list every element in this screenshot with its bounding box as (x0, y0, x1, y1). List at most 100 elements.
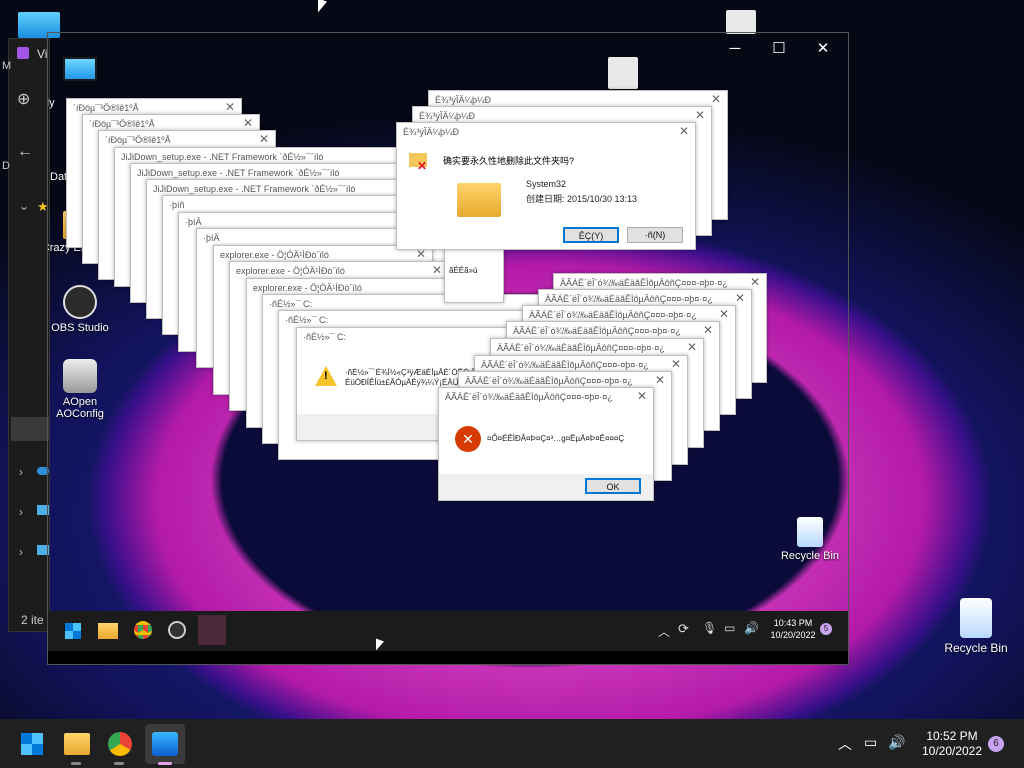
notification-badge[interactable]: 6 (988, 736, 1004, 752)
close-icon[interactable]: ✕ (703, 323, 713, 337)
start-icon[interactable] (64, 622, 82, 640)
vm-app-icon[interactable] (152, 732, 178, 756)
error-dialog: ÄÃÁË´ëÎ´ó¾‰äÉäãÊÌõµÄôñÇ¤¤¤-¤þ¤·¤¿ ✕ ✕ ¤Ô¤… (438, 387, 654, 501)
vm-recycle-label: Recycle Bin (780, 550, 840, 562)
vm-title-bar: ─ ☐ ✕ (48, 33, 848, 65)
recycle-bin-icon (960, 598, 992, 638)
close-icon[interactable]: ✕ (735, 291, 745, 305)
dialog-title: ÄÃÁË´ëÎ´ó¾‰äÉäãÊÌõµÄôñÇ¤¤¤-¤þ¤·¤¿ ✕ (445, 389, 647, 403)
network-icon[interactable]: ▭ (864, 734, 877, 751)
volume-icon[interactable]: 🔊 (888, 734, 905, 751)
delete-x-icon: ✕ (417, 159, 428, 173)
vm-bottom-strip (48, 651, 848, 664)
close-icon[interactable]: ✕ (810, 39, 836, 59)
app-taskbar-icon[interactable] (198, 615, 226, 645)
close-icon[interactable]: ✕ (637, 389, 647, 403)
partial-text: ãÉÉã»ú (449, 266, 478, 275)
selected-row[interactable] (11, 417, 49, 441)
active-indicator (114, 762, 124, 765)
ok-button[interactable]: OK (585, 478, 641, 494)
vm-icon-my-computer[interactable]: My (48, 57, 120, 109)
side-letter: M (2, 60, 12, 72)
folder-date: 创建日期: 2015/10/30 13:13 (526, 194, 638, 204)
close-icon[interactable]: ✕ (750, 275, 760, 289)
no-button[interactable]: ·ñ(N) (627, 227, 683, 243)
chrome-icon[interactable] (108, 732, 132, 756)
recycle-bin[interactable]: Recycle Bin (934, 598, 1018, 655)
back-arrow-icon[interactable]: ← (17, 143, 33, 161)
mouse-cursor-icon (376, 638, 384, 654)
monitor-icon (63, 57, 97, 81)
close-icon[interactable]: ✕ (687, 340, 697, 354)
delete-question: 确实要永久性地删除此文件夹吗? (443, 156, 575, 166)
vm-clock[interactable]: 10:43 PM 10/20/2022 (763, 617, 823, 641)
window-title-fragment: Vi (37, 47, 48, 61)
vm-icon-label: My (48, 97, 55, 109)
chevron-down-icon[interactable]: ⌄ (19, 199, 29, 213)
date: 10/20/2022 (921, 744, 983, 758)
chevron-up-icon[interactable]: ︿ (838, 734, 852, 754)
close-icon[interactable]: ✕ (719, 307, 729, 321)
clock[interactable]: 10:52 PM 10/20/2022 (912, 729, 992, 759)
close-icon[interactable]: ✕ (679, 124, 689, 138)
chevron-right-icon[interactable]: › (19, 465, 23, 479)
close-icon[interactable]: ✕ (695, 108, 705, 122)
chevron-up-icon[interactable]: ︿ (658, 623, 670, 640)
network-icon[interactable]: ▭ (724, 621, 735, 635)
close-icon[interactable]: ✕ (711, 92, 721, 106)
error-message: ¤Ô¤ÉÊÌÐÂ¤Þ¤Ç¤³…g¤ËµÄ¤Þ¤Ê¤¤¤Ç (487, 434, 625, 443)
vm-notification-badge[interactable]: 5 (820, 623, 832, 635)
close-icon[interactable]: ✕ (432, 263, 442, 277)
close-icon[interactable]: ✕ (243, 116, 253, 130)
minimize-icon[interactable]: ─ (722, 39, 748, 59)
vm-icon-label: OBS Studio (51, 322, 109, 334)
taskbar: ︿ ▭ 🔊 10:52 PM 10/20/2022 6 (0, 719, 1024, 768)
warning-exclaim: ! (324, 370, 328, 382)
side-letter: D (2, 160, 10, 172)
aopen-icon (63, 359, 97, 393)
active-indicator (158, 762, 172, 765)
time: 10:52 PM (926, 729, 978, 743)
active-indicator (71, 762, 81, 765)
error-icon: ✕ (455, 426, 481, 452)
maximize-icon[interactable]: ☐ (766, 39, 792, 59)
close-icon[interactable]: ✕ (671, 357, 681, 371)
desktop-file-icon-top[interactable] (726, 10, 756, 34)
sync-icon[interactable]: ⟳ (678, 621, 689, 637)
vm-icon-label: AOpen AOConfig (56, 396, 104, 420)
vm-settings-file-icon[interactable] (608, 57, 638, 89)
yes-button[interactable]: ÊÇ(Y) (563, 227, 619, 243)
vm-time: 10:43 PM (773, 618, 813, 628)
volume-icon[interactable]: 🔊 (744, 621, 759, 635)
vm-taskbar: ︿ ⟳ 🎙 ▭ 🔊 10:43 PM 10/20/2022 5 (48, 611, 848, 651)
vm-recycle-bin[interactable]: Recycle Bin (770, 517, 848, 562)
start-icon[interactable] (20, 732, 44, 756)
partial-dialog: ãÉÉã»ú (444, 243, 504, 303)
new-plus-icon[interactable]: ⊕ (17, 89, 30, 109)
obs-taskbar-icon[interactable] (168, 621, 186, 639)
dialog-title: É¾³ýÎÄ¼þ¼Ð ✕ (403, 124, 689, 138)
chevron-right-icon[interactable]: › (19, 505, 23, 519)
obs-icon (63, 285, 97, 319)
microphone-icon[interactable]: 🎙 (702, 621, 717, 635)
vm-icon-label: Dat (50, 171, 68, 183)
close-icon[interactable]: ✕ (259, 132, 269, 146)
vm-date: 10/20/2022 (770, 630, 816, 640)
vm-window: ─ ☐ ✕ My Dat Crazy Error.exe OBS Studio … (47, 32, 849, 665)
recycle-bin-icon (797, 517, 823, 547)
item-count: 2 ite (21, 613, 44, 627)
close-icon[interactable]: ✕ (655, 373, 665, 387)
chrome-icon[interactable] (134, 621, 152, 639)
folder-name: System32 (526, 179, 567, 189)
vm-icon-obs[interactable]: OBS Studio (48, 285, 120, 334)
file-explorer-icon[interactable] (64, 733, 90, 755)
file-explorer-window: Vi ⊕ ← ⌄ ★ › › › 2 ite (8, 38, 50, 632)
vm-icon-aopen[interactable]: AOpen AOConfig (48, 359, 120, 420)
app-icon (17, 47, 29, 59)
delete-folder-dialog: É¾³ýÎÄ¼þ¼Ð ✕ ✕ 确实要永久性地删除此文件夹吗? System32 创… (396, 122, 696, 250)
file-explorer-icon[interactable] (98, 623, 118, 639)
large-folder-icon (457, 183, 501, 217)
chevron-right-icon[interactable]: › (19, 545, 23, 559)
recycle-bin-label: Recycle Bin (944, 641, 1008, 655)
close-icon[interactable]: ✕ (225, 100, 235, 114)
